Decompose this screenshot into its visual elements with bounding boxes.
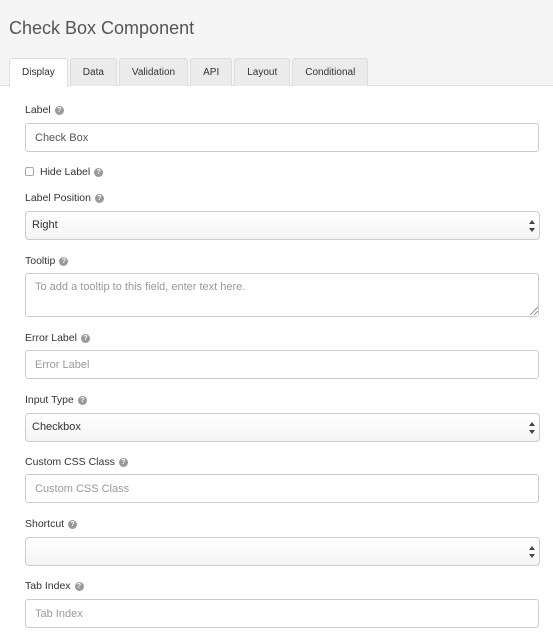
- error-label-label: Error Label ?: [25, 332, 90, 344]
- label-field-label: Label ?: [25, 104, 64, 116]
- help-icon[interactable]: ?: [74, 581, 84, 591]
- help-icon[interactable]: ?: [80, 333, 90, 343]
- select-arrows-icon: [528, 220, 535, 232]
- page-title: Check Box Component: [9, 18, 195, 38]
- tab-index-text: Tab Index: [25, 580, 71, 592]
- error-label-text: Error Label: [25, 332, 77, 344]
- tooltip-label: Tooltip ?: [25, 255, 69, 267]
- custom-css-class-text: Custom CSS Class: [25, 456, 115, 468]
- custom-css-class-label: Custom CSS Class ?: [25, 456, 128, 468]
- label-position-select[interactable]: Right: [25, 211, 540, 240]
- tab-index-input[interactable]: [25, 599, 539, 628]
- shortcut-select[interactable]: [25, 537, 540, 566]
- label-position-label: Label Position ?: [25, 192, 104, 204]
- help-icon[interactable]: ?: [68, 519, 78, 529]
- help-icon[interactable]: ?: [94, 167, 104, 177]
- label-position-value: Right: [32, 219, 58, 231]
- label-position-text: Label Position: [25, 192, 91, 204]
- help-icon[interactable]: ?: [77, 395, 87, 405]
- select-arrows-icon: [528, 422, 535, 434]
- input-type-label: Input Type ?: [25, 394, 87, 406]
- tab-data[interactable]: Data: [69, 58, 117, 86]
- dialog-header: Check Box Component Display Data Validat…: [0, 0, 553, 87]
- help-icon[interactable]: ?: [59, 256, 69, 266]
- shortcut-label: Shortcut ?: [25, 518, 78, 530]
- tab-index-label: Tab Index ?: [25, 580, 84, 592]
- tab-display[interactable]: Display: [9, 58, 68, 87]
- hide-label-label: Hide Label ?: [40, 166, 104, 178]
- tab-validation[interactable]: Validation: [118, 58, 189, 86]
- select-arrows-icon: [528, 546, 535, 558]
- resize-grip-icon[interactable]: [530, 307, 538, 315]
- tab-api[interactable]: API: [190, 58, 233, 86]
- help-icon[interactable]: ?: [54, 105, 64, 115]
- label-text: Label: [25, 104, 51, 116]
- tab-layout[interactable]: Layout: [234, 58, 291, 86]
- tooltip-text: Tooltip: [25, 255, 56, 267]
- hide-label-text: Hide Label: [40, 166, 91, 178]
- tab-bar: Display Data Validation API Layout Condi…: [9, 58, 370, 87]
- error-label-input[interactable]: [25, 350, 539, 379]
- help-icon[interactable]: ?: [94, 193, 104, 203]
- label-input[interactable]: [25, 123, 539, 152]
- custom-css-class-input[interactable]: [25, 474, 539, 503]
- input-type-text: Input Type: [25, 394, 74, 406]
- help-icon[interactable]: ?: [118, 457, 128, 467]
- input-type-value: Checkbox: [32, 421, 81, 433]
- input-type-select[interactable]: Checkbox: [25, 413, 540, 442]
- shortcut-text: Shortcut: [25, 518, 65, 530]
- tab-conditional[interactable]: Conditional: [292, 58, 369, 86]
- tooltip-textarea[interactable]: [25, 273, 539, 317]
- hide-label-checkbox[interactable]: [25, 167, 34, 176]
